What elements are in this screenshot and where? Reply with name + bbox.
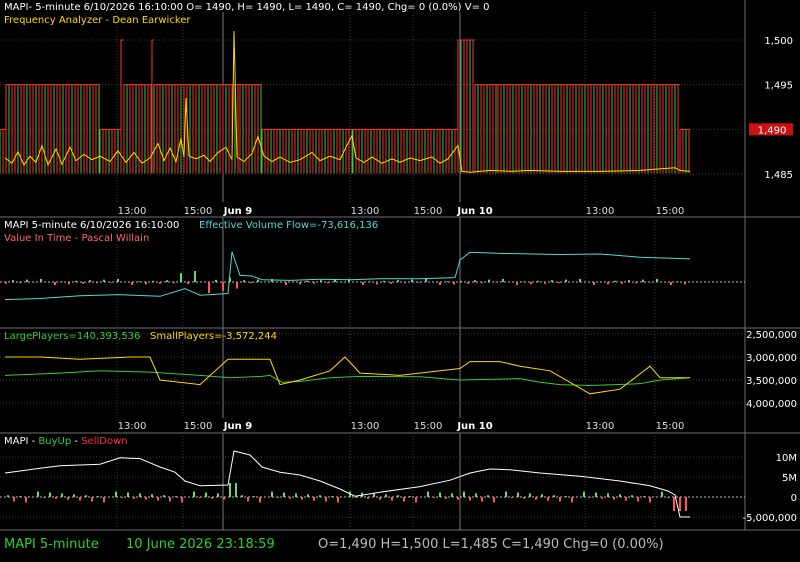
status-bar: MAPI 5-minute 10 June 2026 23:18:59 O=1,… (0, 530, 800, 562)
buyup-selldown-cumulative-line (4, 450, 690, 518)
panel4-y-tick-label: 10M (776, 453, 797, 464)
price-tick-label: 1,485 (764, 170, 793, 181)
panel4-title-sep1: - (28, 436, 38, 447)
panel1-x-tick-label: Jun 9 (223, 206, 252, 217)
panel2-study-title: Value In Time - Pascal Willain (4, 233, 149, 244)
panel3-x-tick-label: 13:00 (351, 421, 380, 432)
panel4-y-tick-label: 0 (791, 493, 797, 504)
panel3-x-tick-label: 15:00 (414, 421, 443, 432)
panel1-x-tick-label: 15:00 (184, 206, 213, 217)
panel1-x-tick-label: 15:00 (656, 206, 685, 217)
status-ohlc: O=1,490 H=1,500 L=1,485 C=1,490 Chg=0 (0… (318, 537, 664, 552)
panel3-x-tick-label: 15:00 (656, 421, 685, 432)
panel1-study-title: Frequency Analyzer - Dean Earwicker (4, 15, 191, 26)
panel4-title-sep2: - (71, 436, 81, 447)
panel1-x-tick-label: 15:00 (414, 206, 443, 217)
large-players-line (4, 370, 691, 387)
panel3-y-tick-label: 3,000,000 (746, 353, 797, 364)
frequency-oscillator-line (4, 31, 691, 173)
panel3-y-tick-label: 2,500,000 (746, 330, 797, 341)
panel1-x-tick-label: Jun 10 (456, 206, 492, 217)
panel2-header: MAPI 5-minute 6/10/2026 16:10:00 (4, 220, 179, 231)
panel1-header: MAPI- 5-minute 6/10/2026 16:10:00 O= 149… (4, 2, 490, 13)
panel1-x-tick-label: 13:00 (118, 206, 147, 217)
panel3-y-tick-label: 3,500,000 (746, 376, 797, 387)
small-players-label: SmallPlayers=-3,572,244 (150, 331, 277, 342)
panel4-y-tick-label: 5M (782, 473, 797, 484)
effective-volume-flow-line (4, 251, 691, 301)
panel4-title: MAPI - BuyUp - SellDown (4, 436, 128, 447)
panel3-x-tick-label: 13:00 (586, 421, 615, 432)
panel4-y-tick-label: -5,000,000 (742, 513, 797, 524)
small-players-line (5, 356, 690, 395)
price-tick-label: 1,495 (764, 81, 793, 92)
panel3-x-tick-label: Jun 10 (456, 421, 492, 432)
status-datetime: 10 June 2026 23:18:59 (126, 537, 275, 552)
panel4-title-buyup: BuyUp (38, 436, 71, 447)
panel3-x-tick-label: 15:00 (184, 421, 213, 432)
panel1-x-tick-label: 13:00 (586, 206, 615, 217)
panel4-title-name: MAPI (4, 436, 28, 447)
panel1-x-tick-label: 13:00 (351, 206, 380, 217)
status-symbol: MAPI 5-minute (4, 537, 99, 552)
panel4-title-selldown: SellDown (81, 436, 127, 447)
panel2-evf-label: Effective Volume Flow=-73,616,136 (199, 220, 378, 231)
chart-canvas: 1,5001,4951,4901,4851,490MAPI- 5-minute … (0, 0, 800, 531)
panel3-x-tick-label: Jun 9 (223, 421, 252, 432)
large-players-label: LargePlayers=140,393,536 (4, 331, 140, 342)
panel3-x-tick-label: 13:00 (118, 421, 147, 432)
price-tick-label: 1,500 (764, 36, 793, 47)
panel3-y-tick-label: 4,000,000 (746, 399, 797, 410)
last-price-label: 1,490 (758, 125, 787, 136)
